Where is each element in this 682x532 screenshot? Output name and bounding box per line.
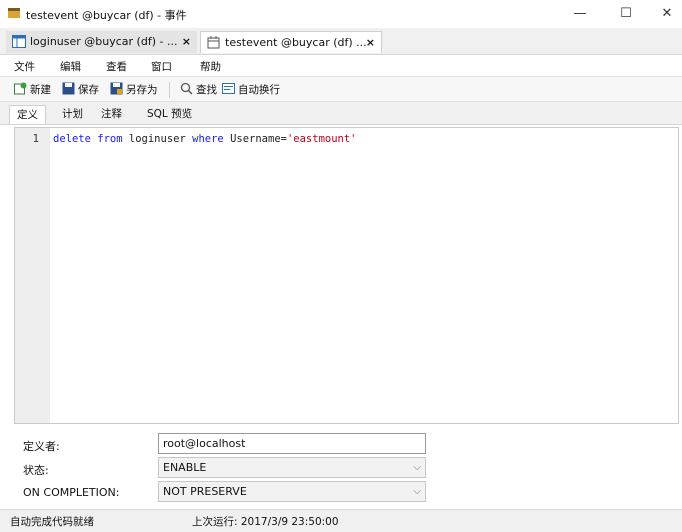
close-tab-icon[interactable]: × xyxy=(366,32,375,54)
save-as-button[interactable]: 另存为 xyxy=(110,82,158,97)
save-button[interactable]: 保存 xyxy=(62,82,99,97)
menu-file[interactable]: 文件 xyxy=(14,59,35,74)
window-title: testevent @buycar (df) - 事件 xyxy=(26,9,187,22)
last-run-text: 上次运行: 2017/3/9 23:50:00 xyxy=(192,516,339,528)
minimize-button[interactable]: — xyxy=(565,4,595,24)
search-icon xyxy=(180,82,193,95)
tab-label: testevent @buycar (df) ... xyxy=(225,36,367,49)
on-completion-select[interactable]: NOT PRESERVE ⌵ xyxy=(158,481,426,502)
definer-label: 定义者: xyxy=(23,440,60,453)
new-icon xyxy=(14,82,27,95)
tab-definition[interactable]: 定义 xyxy=(9,105,46,124)
keyword-delete: delete xyxy=(53,133,91,145)
sql-editor[interactable]: 1 delete from loginuser where Username='… xyxy=(14,127,679,424)
menu-view[interactable]: 查看 xyxy=(106,59,127,74)
status-bar: 自动完成代码就绪 上次运行: 2017/3/9 23:50:00 xyxy=(0,509,682,532)
status-select[interactable]: ENABLE ⌵ xyxy=(158,457,426,478)
toolbar-divider xyxy=(169,82,170,98)
column-name: Username= xyxy=(230,133,287,145)
keyword-from: from xyxy=(97,133,123,145)
definer-field[interactable]: root@localhost xyxy=(158,433,426,454)
on-completion-label: ON COMPLETION: xyxy=(23,486,120,499)
save-icon xyxy=(62,82,75,95)
editor-subtab-bar: 定义 计划 注释 SQL 预览 xyxy=(0,102,682,125)
menu-edit[interactable]: 编辑 xyxy=(60,59,81,74)
word-wrap-button[interactable]: 自动换行 xyxy=(222,82,280,97)
tab-label: loginuser @buycar (df) - ... xyxy=(30,35,178,48)
tab-schedule[interactable]: 计划 xyxy=(55,105,90,124)
title-bar: testevent @buycar (df) - 事件 — ☐ ✕ xyxy=(0,0,682,28)
keyword-where: where xyxy=(192,133,224,145)
toolbar: 新建 保存 另存为 查找 自动换行 xyxy=(0,77,682,102)
menu-help[interactable]: 帮助 xyxy=(200,59,221,74)
status-label: 状态: xyxy=(23,464,49,477)
word-wrap-icon xyxy=(222,83,235,94)
document-tab-bar: loginuser @buycar (df) - ... × testevent… xyxy=(0,28,682,55)
chevron-down-icon: ⌵ xyxy=(413,462,421,473)
event-icon xyxy=(207,36,220,49)
find-button[interactable]: 查找 xyxy=(180,82,217,97)
close-window-button[interactable]: ✕ xyxy=(652,4,682,24)
line-number-gutter: 1 xyxy=(15,128,50,423)
tab-comment[interactable]: 注释 xyxy=(94,105,129,124)
maximize-button[interactable]: ☐ xyxy=(611,4,641,24)
close-tab-icon[interactable]: × xyxy=(182,31,191,53)
status-text: 自动完成代码就绪 xyxy=(10,516,94,528)
string-literal: 'eastmount' xyxy=(286,133,357,145)
table-name: loginuser xyxy=(128,133,186,145)
chevron-down-icon: ⌵ xyxy=(413,486,421,497)
app-icon xyxy=(8,8,20,18)
tab-sql-preview[interactable]: SQL 预览 xyxy=(140,105,199,124)
tab-loginuser[interactable]: loginuser @buycar (df) - ... × xyxy=(6,31,197,53)
table-icon xyxy=(12,35,26,48)
code-line[interactable]: delete from loginuser where Username='ea… xyxy=(53,133,357,145)
tab-testevent[interactable]: testevent @buycar (df) ... × xyxy=(200,31,382,53)
save-as-icon xyxy=(110,82,123,95)
menu-bar: 文件 编辑 查看 窗口 帮助 xyxy=(0,55,682,77)
menu-window[interactable]: 窗口 xyxy=(151,59,172,74)
line-number: 1 xyxy=(32,133,39,145)
new-button[interactable]: 新建 xyxy=(14,82,51,97)
